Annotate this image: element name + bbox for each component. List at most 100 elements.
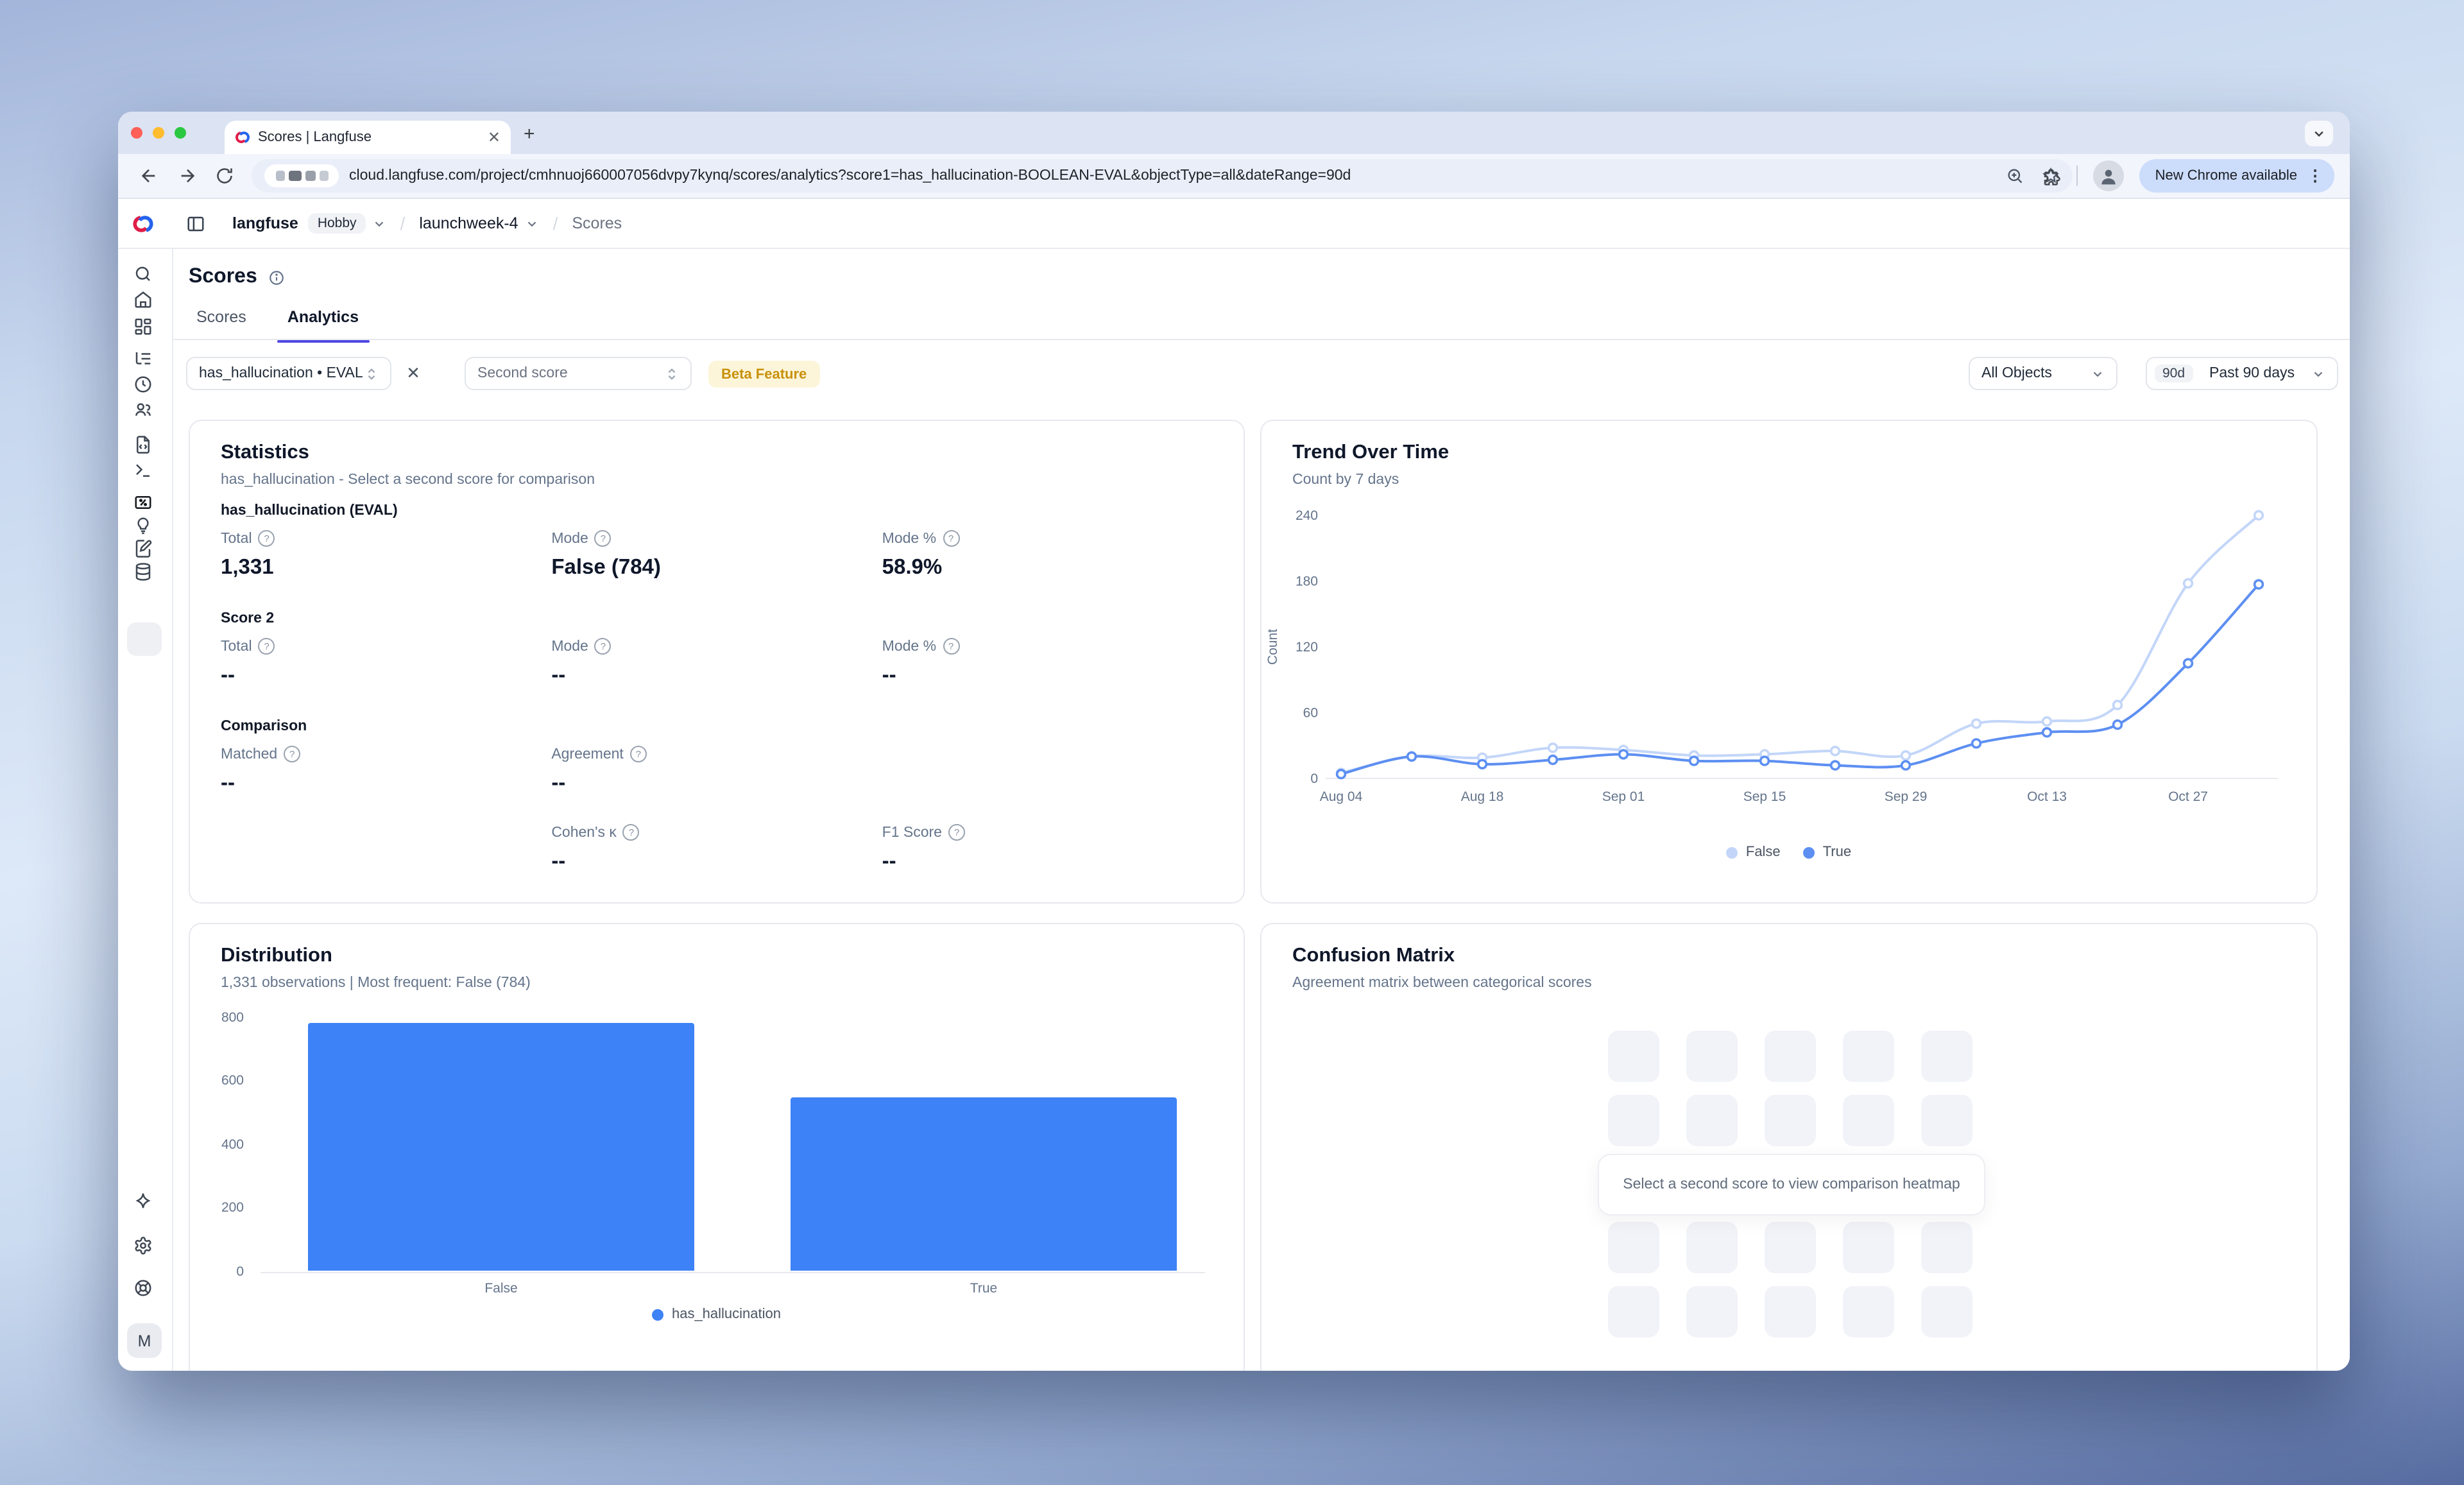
chevron-down-icon[interactable] — [372, 216, 386, 230]
breadcrumb-project[interactable]: launchweek-4 — [419, 214, 518, 232]
search-icon[interactable] — [133, 264, 153, 283]
scores-icon[interactable] — [133, 492, 153, 511]
prompts-icon[interactable] — [133, 434, 153, 454]
y-tick-label: 200 — [200, 1200, 244, 1215]
data-point-true — [1902, 761, 1910, 769]
legend-dot — [1804, 846, 1815, 858]
url-text: cloud.langfuse.com/project/cmhnuoj660007… — [349, 168, 1996, 184]
tab-analytics[interactable]: Analytics — [280, 300, 366, 339]
heatmap-placeholder-cell — [1765, 1095, 1816, 1146]
object-type-select[interactable]: All Objects — [1969, 357, 2118, 390]
metric-label: F1 Score? — [882, 824, 1213, 841]
statistics-subtitle: has_hallucination - Select a second scor… — [221, 472, 595, 488]
profile-avatar[interactable] — [2094, 160, 2125, 191]
tab-scores[interactable]: Scores — [189, 300, 254, 339]
metric-value: -- — [551, 850, 882, 874]
metric-value: -- — [882, 850, 1213, 874]
object-filter-value: All Objects — [1981, 366, 2052, 381]
dashboards-icon[interactable] — [133, 316, 153, 336]
person-icon — [2099, 166, 2119, 186]
metric-label: Agreement? — [551, 746, 882, 762]
heatmap-placeholder-cell — [1921, 1031, 1972, 1082]
extensions-icon[interactable] — [2042, 166, 2062, 185]
x-tick-label: Sep 15 — [1743, 789, 1786, 804]
site-info-chip[interactable] — [264, 164, 339, 187]
legend-item-true: True — [1804, 845, 1851, 860]
x-tick-label: Aug 18 — [1461, 789, 1504, 804]
metric-cell: Mode?False (784) — [551, 530, 882, 580]
back-icon[interactable] — [139, 166, 159, 186]
forward-icon[interactable] — [177, 166, 198, 186]
tabs-divider — [173, 339, 2350, 340]
stats-metric-grid: Total?1,331Mode?False (784)Mode %?58.9% — [221, 530, 1213, 580]
bar-false[interactable] — [308, 1023, 694, 1271]
kebab-menu-icon[interactable]: ⋮ — [2307, 167, 2323, 185]
chevrons-up-down-icon — [364, 366, 379, 381]
chevron-down-icon[interactable] — [525, 216, 539, 230]
score1-select[interactable]: has_hallucination • EVAL — [186, 357, 391, 390]
legend-dot — [653, 1309, 664, 1320]
url-bar[interactable]: cloud.langfuse.com/project/cmhnuoj660007… — [252, 159, 2073, 193]
page-title: Scores — [189, 266, 257, 289]
settings-gear-icon[interactable] — [133, 1235, 153, 1255]
legend-item-false: False — [1727, 845, 1781, 860]
support-icon[interactable] — [133, 1278, 153, 1297]
zoom-icon[interactable] — [2006, 167, 2024, 185]
toolbar-divider — [2077, 166, 2078, 186]
beta-feature-badge: Beta Feature — [708, 361, 819, 388]
new-chrome-button[interactable]: New Chrome available ⋮ — [2140, 159, 2334, 193]
datasets-icon[interactable] — [133, 538, 153, 558]
data-point-false — [1902, 751, 1910, 760]
playground-icon[interactable] — [133, 460, 153, 479]
bar-true[interactable] — [791, 1098, 1177, 1271]
metric-cell — [882, 746, 1213, 796]
tab-title: Scores | Langfuse — [258, 130, 480, 145]
home-icon[interactable] — [133, 289, 153, 309]
metric-cell: Mode?-- — [551, 638, 882, 688]
statistics-title: Statistics — [221, 442, 309, 465]
sessions-icon[interactable] — [133, 374, 153, 393]
tracing-icon[interactable] — [133, 348, 153, 368]
close-tab-icon[interactable]: ✕ — [488, 130, 501, 145]
trend-title: Trend Over Time — [1292, 442, 1449, 465]
data-point-false — [2255, 511, 2263, 520]
browser-tab[interactable]: Scores | Langfuse ✕ — [225, 121, 511, 154]
heatmap-placeholder-cell — [1843, 1286, 1894, 1337]
metric-label: Mode? — [551, 638, 882, 655]
new-tab-button[interactable]: + — [524, 124, 535, 144]
tab-search-button[interactable] — [2305, 121, 2333, 146]
heatmap-placeholder-cell — [1608, 1222, 1659, 1273]
browser-window: Scores | Langfuse ✕ + cloud.langfuse.com… — [118, 112, 2350, 1371]
y-tick-label: 240 — [1296, 508, 1318, 523]
close-window-button[interactable] — [131, 127, 142, 139]
stats-section-heading: has_hallucination (EVAL) — [221, 503, 1213, 519]
new-chrome-label: New Chrome available — [2155, 168, 2297, 184]
help-icon: ? — [948, 824, 965, 841]
metric-cell: Agreement?-- — [551, 746, 882, 796]
trend-line-chart[interactable]: 060120180240CountAug 04Aug 18Sep 01Sep 1… — [1262, 495, 2319, 829]
database-icon[interactable] — [133, 562, 153, 581]
sidebar-active-highlight — [127, 622, 162, 656]
whats-new-icon[interactable] — [133, 1190, 153, 1210]
minimize-window-button[interactable] — [153, 127, 164, 139]
score1-value: has_hallucination • EVAL — [199, 366, 363, 381]
metric-label: Mode? — [551, 530, 882, 547]
score2-select[interactable]: Second score — [465, 357, 692, 390]
date-range-select[interactable]: 90d Past 90 days — [2146, 357, 2338, 390]
reload-icon[interactable] — [216, 167, 234, 185]
series-line-true — [1341, 585, 2259, 775]
clear-score-button[interactable]: ✕ — [399, 359, 427, 388]
statistics-card: Statistics has_hallucination - Select a … — [189, 420, 1245, 904]
stats-metric-grid: Matched?--Agreement?--Cohen's κ?--F1 Sco… — [221, 746, 1213, 874]
breadcrumb-separator: / — [553, 213, 558, 234]
distribution-bar-chart[interactable]: 0200400600800FalseTrue — [190, 924, 1244, 1371]
metric-cell: Cohen's κ?-- — [551, 824, 882, 874]
maximize-window-button[interactable] — [175, 127, 186, 139]
data-point-true — [1478, 760, 1487, 768]
metric-label: Mode %? — [882, 638, 1213, 655]
evaluation-icon[interactable] — [133, 515, 153, 535]
sidebar-toggle-icon[interactable] — [186, 214, 205, 234]
breadcrumb-org[interactable]: langfuse — [232, 214, 298, 232]
users-icon[interactable] — [133, 400, 153, 419]
user-avatar[interactable]: M — [127, 1323, 162, 1358]
